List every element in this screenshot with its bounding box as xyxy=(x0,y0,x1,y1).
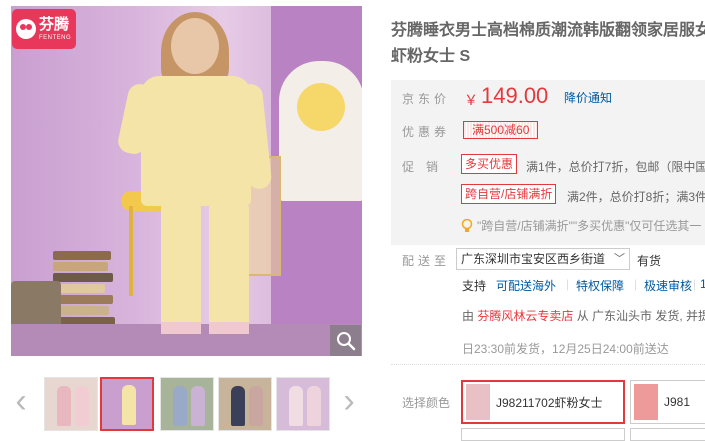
prev-arrow-icon[interactable]: ‹ xyxy=(11,384,31,420)
wall-poster xyxy=(279,61,362,201)
delivery-label: 配送至 xyxy=(402,254,451,268)
lightbulb-icon xyxy=(461,218,473,233)
color-option-2[interactable]: J981 xyxy=(630,380,705,424)
pajama-top xyxy=(141,76,251,206)
brand-logo: 芬腾 FENTENG xyxy=(12,9,76,49)
address-select[interactable]: 广东深圳市宝安区西乡街道 ﹀ xyxy=(456,248,630,270)
color-option-1[interactable]: J98211702虾粉女士 xyxy=(461,380,625,424)
promo-tip: "跨自营/店铺满折""多买优惠"仅可任选其一 xyxy=(461,217,701,234)
color-option-name: J98211702虾粉女士 xyxy=(496,395,603,410)
thumbnail-strip: ‹ › xyxy=(11,373,361,435)
chevron-down-icon: ﹀ xyxy=(614,253,625,265)
product-title: 芬腾睡衣男士高档棉质潮流韩版翻领家居服女 xyxy=(391,22,705,39)
ship-from-line: 由 芬腾风林云专卖店 从 广东汕头市 发货, 并提 xyxy=(462,309,705,323)
service-privilege[interactable]: 特权保障 xyxy=(576,277,624,294)
paw-icon xyxy=(16,19,36,39)
magnifier-icon xyxy=(336,331,355,350)
thumbnail-5[interactable] xyxy=(276,377,330,431)
color-swatch xyxy=(634,384,658,420)
delivery-time: 日23:30前发货，12月25日24:00前送达 xyxy=(462,342,669,356)
product-subtitle: 虾粉女士 S xyxy=(391,48,471,65)
currency-symbol: ￥ xyxy=(464,92,478,108)
thumbnail-3[interactable] xyxy=(160,377,214,431)
promo-tag-multi-buy[interactable]: 多买优惠 xyxy=(461,154,518,174)
thumbnail-2[interactable] xyxy=(100,377,154,431)
service-overseas[interactable]: 可配送海外 xyxy=(496,277,556,294)
zoom-button[interactable] xyxy=(330,325,361,356)
price-panel: 京东价 ￥ 149.00 降价通知 优惠券 满500减60 促 销 多买优惠 满… xyxy=(391,80,705,245)
address-value: 广东深圳市宝安区西乡街道 xyxy=(461,252,606,266)
promo-label: 促 销 xyxy=(402,160,439,174)
color-label: 选择颜色 xyxy=(402,396,451,410)
promo-tip-text: "跨自营/店铺满折""多买优惠"仅可任选其一 xyxy=(477,219,702,233)
thumbnail-1[interactable] xyxy=(44,377,98,431)
price-value: 149.00 xyxy=(481,83,549,108)
pajama-pants xyxy=(161,204,251,334)
color-option-row2-2[interactable] xyxy=(630,428,705,441)
color-option-row2-1[interactable] xyxy=(461,428,625,441)
price-drop-notify-link[interactable]: 降价通知 xyxy=(564,89,612,106)
service-fast-review[interactable]: 极速审核 xyxy=(644,277,692,294)
color-option-name: J981 xyxy=(664,395,691,409)
promo-desc-cross-store: 满2件，总价打8折；满3件 xyxy=(567,190,705,204)
coupon-label: 优惠券 xyxy=(402,125,451,139)
promo-tag-cross-store[interactable]: 跨自营/店铺满折 xyxy=(461,184,557,204)
color-swatch xyxy=(466,384,490,420)
shop-link[interactable]: 芬腾风林云专卖店 xyxy=(477,309,573,323)
thumbnail-4[interactable] xyxy=(218,377,272,431)
divider xyxy=(391,364,705,365)
services-label: 支持 xyxy=(462,279,487,293)
brand-name-en: FENTENG xyxy=(39,35,72,41)
next-arrow-icon[interactable]: › xyxy=(339,384,359,420)
coupon-badge[interactable]: 满500减60 xyxy=(463,121,539,139)
brand-name-cn: 芬腾 xyxy=(39,16,70,33)
price-label: 京东价 xyxy=(402,92,451,106)
main-product-image[interactable] xyxy=(11,6,362,356)
promo-desc-multi-buy: 满1件，总价打7折，包邮（限中国 xyxy=(526,160,705,174)
service-more[interactable]: 1 xyxy=(700,277,705,291)
stock-status: 有货 xyxy=(637,254,662,268)
